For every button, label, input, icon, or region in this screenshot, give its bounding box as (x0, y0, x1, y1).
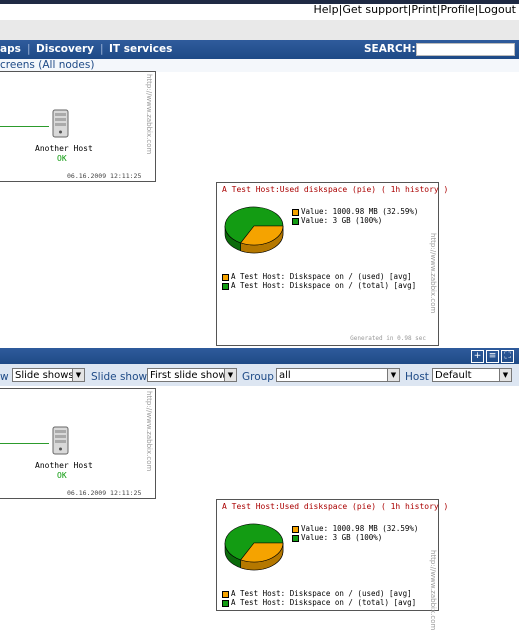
host-filter-label: Host (405, 371, 429, 383)
value-used-text: Value: 1000.98 MB (32.59%) (301, 524, 419, 533)
slideshow-select[interactable]: First slide show ▼ (147, 368, 237, 382)
menu-divider: | (27, 43, 31, 55)
graph-title: A Test Host:Used diskspace (pie) ( 1h hi… (222, 185, 449, 194)
profile-link[interactable]: Profile (440, 3, 474, 16)
view-select-value: Slide shows (15, 370, 74, 381)
map-link-line (0, 443, 49, 444)
legend-total-text: A Test Host: Diskspace on / (total) [avg… (231, 598, 417, 607)
legend-used: A Test Host: Diskspace on / (used) [avg] (222, 272, 412, 281)
header-links: Help|Get support|Print|Profile|Logout (313, 3, 516, 16)
fullscreen-icon[interactable]: ⛶ (501, 350, 514, 363)
host-select-value: Default (435, 370, 472, 381)
slideshow-header: + ≡ ⛶ (0, 348, 519, 364)
value-total-text: Value: 3 GB (100%) (301, 533, 383, 542)
list-icon[interactable]: ≡ (486, 350, 499, 363)
menu-item-it-services[interactable]: IT services (109, 43, 172, 55)
zabbix-watermark: http://www.zabbix.com (145, 74, 153, 155)
search-label: SEARCH: (364, 43, 416, 55)
breadcrumb-link[interactable]: creens (All nodes) (0, 59, 94, 71)
add-icon[interactable]: + (471, 350, 484, 363)
server-icon[interactable] (51, 426, 71, 456)
value-total: Value: 3 GB (100%) (292, 216, 382, 225)
generated-note: Generated in 0.98 sec (350, 335, 426, 342)
legend-swatch-used (222, 273, 229, 281)
help-link[interactable]: Help (314, 3, 339, 16)
legend-swatch-used (222, 590, 229, 598)
menu-divider: | (100, 43, 104, 55)
map-timestamp: 06.16.2009 12:11:25 (67, 172, 142, 180)
legend-total: A Test Host: Diskspace on / (total) [avg… (222, 281, 416, 290)
swatch-total (292, 217, 299, 225)
graph-panel: A Test Host:Used diskspace (pie) ( 1h hi… (216, 499, 448, 630)
chevron-down-icon: ▼ (387, 369, 399, 381)
host-select[interactable]: Default ▼ (432, 368, 512, 382)
swatch-total (292, 534, 299, 542)
value-used: Value: 1000.98 MB (32.59%) (292, 524, 418, 533)
legend-swatch-total (222, 282, 229, 290)
value-used-text: Value: 1000.98 MB (32.59%) (301, 207, 419, 216)
chevron-down-icon: ▼ (224, 369, 236, 381)
group-select[interactable]: all ▼ (276, 368, 400, 382)
map-panel: Another Host OK 06.16.2009 12:11:25 http… (0, 388, 156, 499)
graph-panel: A Test Host:Used diskspace (pie) ( 1h hi… (216, 182, 448, 346)
legend-swatch-total (222, 599, 229, 607)
header-band (0, 20, 519, 40)
swatch-used (292, 525, 299, 533)
zabbix-watermark: http://www.zabbix.com (429, 233, 437, 314)
logout-link[interactable]: Logout (478, 3, 516, 16)
map-timestamp: 06.16.2009 12:11:25 (67, 489, 142, 497)
menu-item-discovery[interactable]: Discovery (36, 43, 94, 55)
legend-used-text: A Test Host: Diskspace on / (used) [avg] (231, 272, 412, 281)
value-total: Value: 3 GB (100%) (292, 533, 382, 542)
legend-used-text: A Test Host: Diskspace on / (used) [avg] (231, 589, 412, 598)
get-support-link[interactable]: Get support (342, 3, 407, 16)
map-panel: Another Host OK 06.16.2009 12:11:25 http… (0, 71, 156, 182)
host-status: OK (57, 154, 67, 163)
main-menu: aps | Discovery | IT services SEARCH: (0, 40, 519, 59)
host-label: Another Host (35, 144, 93, 153)
chevron-down-icon: ▼ (499, 369, 511, 381)
print-link[interactable]: Print (411, 3, 436, 16)
map-link-line (0, 126, 49, 127)
host-label: Another Host (35, 461, 93, 470)
zabbix-watermark: http://www.zabbix.com (145, 391, 153, 472)
search-input[interactable] (416, 43, 515, 56)
filter-bar: w Slide shows ▼ Slide show First slide sh… (0, 364, 519, 386)
pie-chart (224, 206, 284, 254)
group-label: Group (242, 371, 274, 383)
host-status: OK (57, 471, 67, 480)
value-total-text: Value: 3 GB (100%) (301, 216, 383, 225)
legend-total-text: A Test Host: Diskspace on / (total) [avg… (231, 281, 417, 290)
graph-title: A Test Host:Used diskspace (pie) ( 1h hi… (222, 502, 449, 511)
pie-chart (224, 523, 284, 571)
chevron-down-icon: ▼ (72, 369, 84, 381)
value-used: Value: 1000.98 MB (32.59%) (292, 207, 418, 216)
slideshow-select-value: First slide show (150, 370, 227, 381)
group-select-value: all (279, 370, 291, 381)
view-label: w (0, 371, 9, 383)
swatch-used (292, 208, 299, 216)
legend-used: A Test Host: Diskspace on / (used) [avg] (222, 589, 412, 598)
menu-item-maps[interactable]: aps (0, 43, 21, 55)
zabbix-watermark: http://www.zabbix.com (429, 550, 437, 630)
view-select[interactable]: Slide shows ▼ (12, 368, 85, 382)
server-icon[interactable] (51, 109, 71, 139)
slideshow-label: Slide show (91, 371, 148, 383)
legend-total: A Test Host: Diskspace on / (total) [avg… (222, 598, 416, 607)
